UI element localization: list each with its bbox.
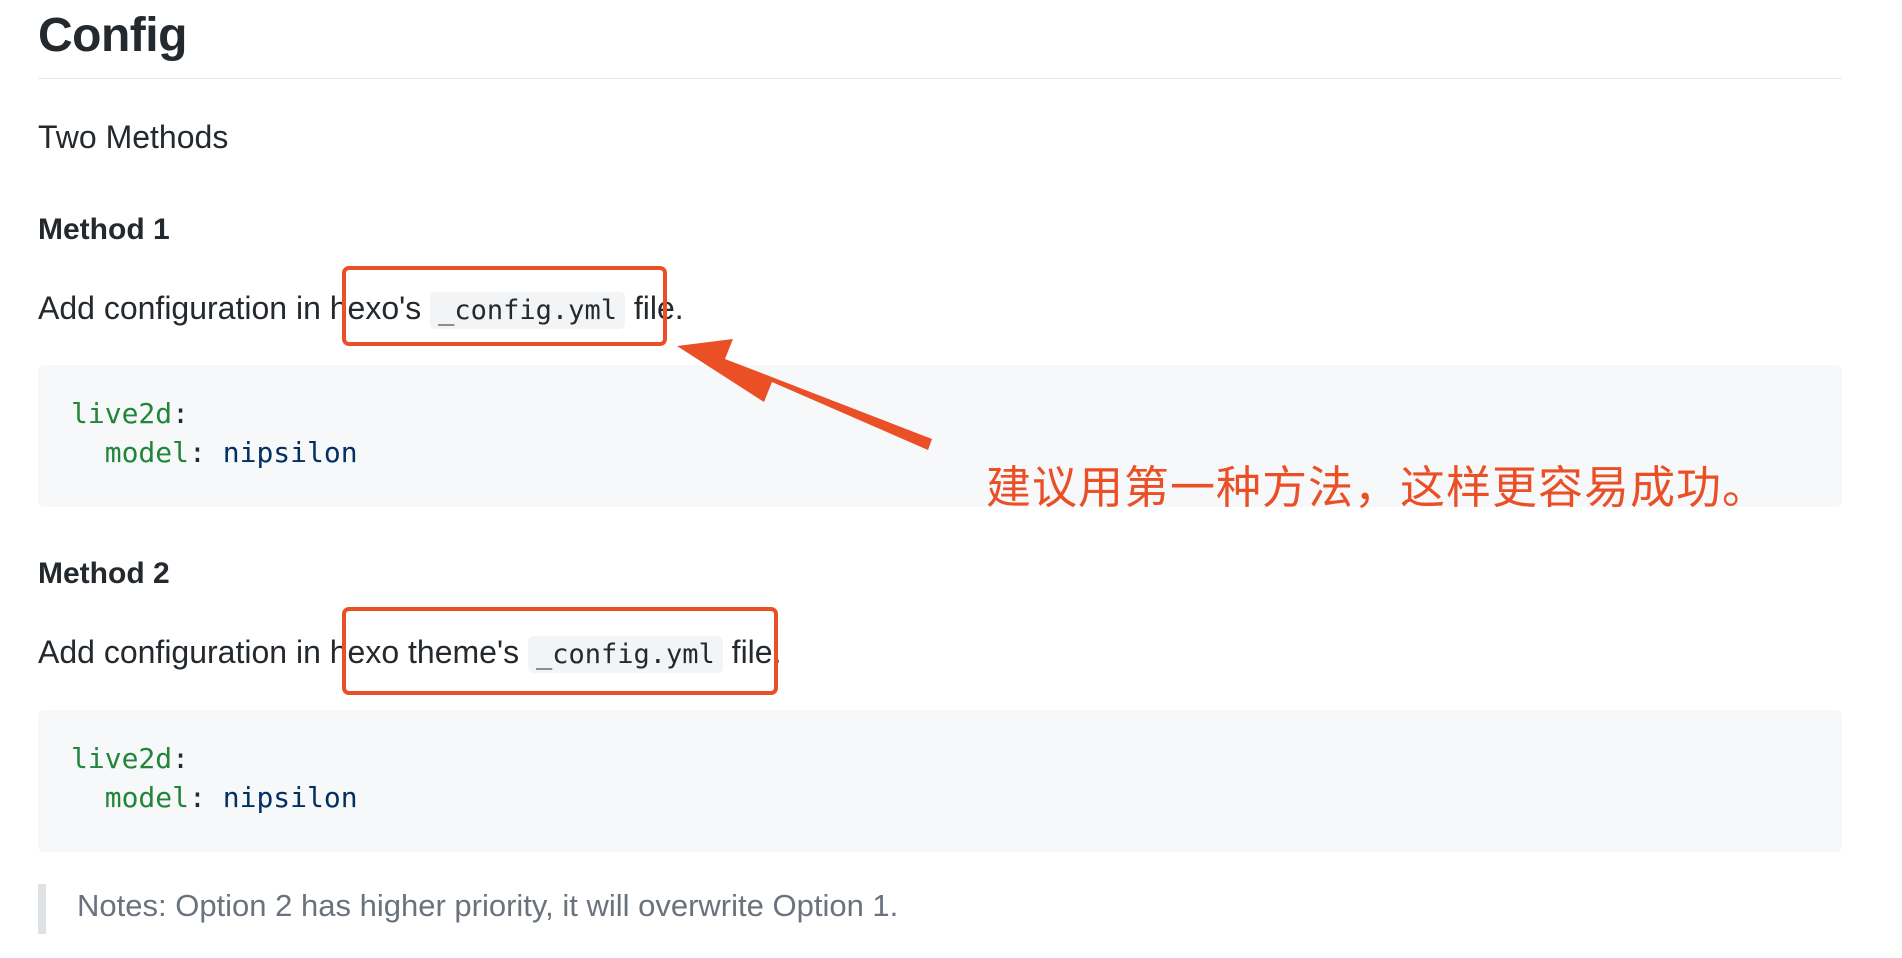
annotation-note: 建议用第一种方法，这样更容易成功。 [986,461,1769,514]
arrow-icon [677,339,932,450]
